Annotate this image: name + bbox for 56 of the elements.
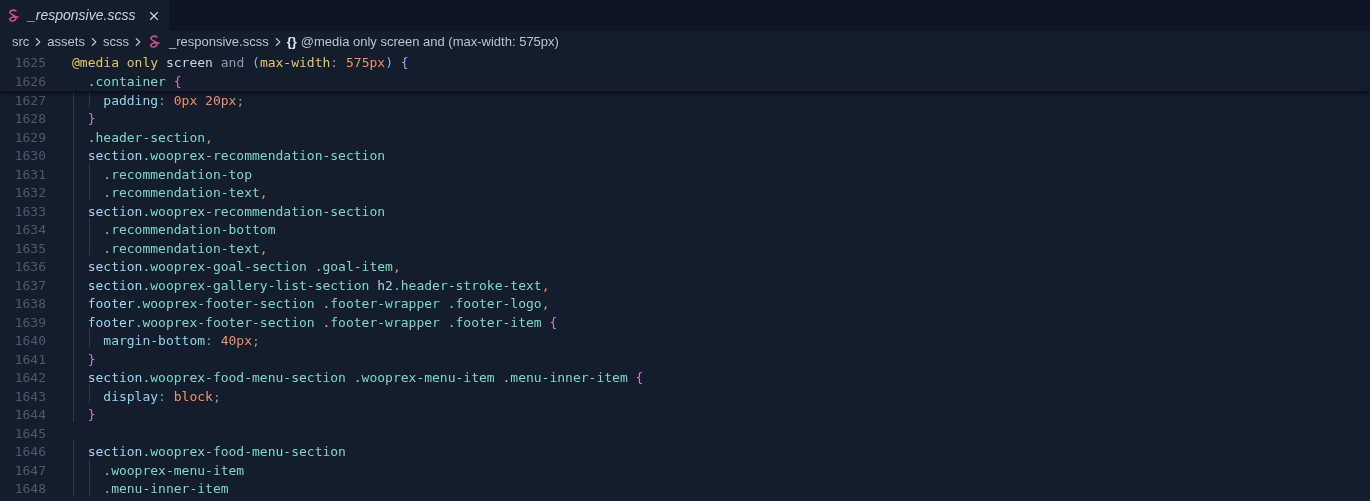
line-number: 1631 <box>13 165 46 184</box>
code-line: .header-section, <box>86 128 213 147</box>
line-number: 1648 <box>13 480 46 498</box>
line-number: 1632 <box>13 184 46 202</box>
code-line: margin-bottom: 40px; <box>102 332 260 350</box>
code-line: } <box>86 350 96 369</box>
line-number: 1638 <box>13 295 46 313</box>
line-number: 1625 <box>13 53 46 72</box>
code-line: section.wooprex-recommendation-section <box>86 147 386 165</box>
code-line: section.wooprex-food-menu-section <box>86 443 346 461</box>
line-number: 1627 <box>13 91 46 110</box>
code-line: .recommendation-bottom <box>102 221 276 239</box>
breadcrumb-item[interactable]: assets <box>47 32 85 52</box>
line-number: 1634 <box>13 221 46 239</box>
code-line: .recommendation-text, <box>102 184 268 202</box>
code-line: padding: 0px 20px; <box>102 91 245 110</box>
code-line: section.wooprex-food-menu-section .wooprex-menu-item .menu-inner-item { <box>86 369 644 387</box>
editor-tab[interactable]: _responsive.scss <box>0 0 170 31</box>
code-line: section.wooprex-recommendation-section <box>86 202 386 221</box>
line-number: 1644 <box>13 406 46 424</box>
line-number: 1628 <box>13 110 46 128</box>
code-line: } <box>86 406 96 424</box>
code-line: .recommendation-top <box>102 165 252 184</box>
sass-icon <box>148 35 161 49</box>
breadcrumb-item[interactable]: _responsive.scss <box>168 32 269 52</box>
line-number: 1640 <box>13 332 46 350</box>
code-line: @media only screen and (max-width: 575px) { <box>72 53 409 72</box>
line-number: 1630 <box>13 147 46 165</box>
line-number: 1636 <box>13 258 46 276</box>
code-line: } <box>86 110 96 128</box>
line-number: 1626 <box>13 72 46 91</box>
line-number: 1642 <box>13 369 46 387</box>
breadcrumb-item[interactable]: @media only screen and (max-width: 575px) <box>300 32 559 52</box>
line-number: 1639 <box>13 313 46 332</box>
line-number: 1643 <box>13 387 46 406</box>
line-number: 1645 <box>13 424 46 443</box>
line-number: 1633 <box>13 202 46 221</box>
braces-symbol: {} <box>286 33 297 52</box>
code-line: display: block; <box>102 387 221 406</box>
code-line: .menu-inner-item <box>102 480 229 498</box>
line-number: 1647 <box>13 461 46 480</box>
code-line: section.wooprex-gallery-list-section h2.header-stroke-text, <box>86 276 550 295</box>
line-number: 1637 <box>13 276 46 295</box>
breadcrumb-item[interactable]: scss <box>102 32 129 52</box>
line-number: 1641 <box>13 350 46 369</box>
code-line: .wooprex-menu-item <box>102 461 245 480</box>
code-line: .container { <box>86 72 182 91</box>
sass-icon <box>8 8 20 23</box>
code-line: footer.wooprex-footer-section .footer-wrapper .footer-logo, <box>86 295 550 313</box>
line-number: 1629 <box>13 128 46 147</box>
code-line: section.wooprex-goal-section .goal-item, <box>86 258 401 276</box>
code-line: .recommendation-text, <box>102 239 268 258</box>
code-line: footer.wooprex-footer-section .footer-wrapper .footer-item { <box>86 313 558 332</box>
line-number: 1635 <box>13 239 46 258</box>
line-number: 1646 <box>13 443 46 461</box>
breadcrumb-item[interactable]: src <box>12 32 30 52</box>
